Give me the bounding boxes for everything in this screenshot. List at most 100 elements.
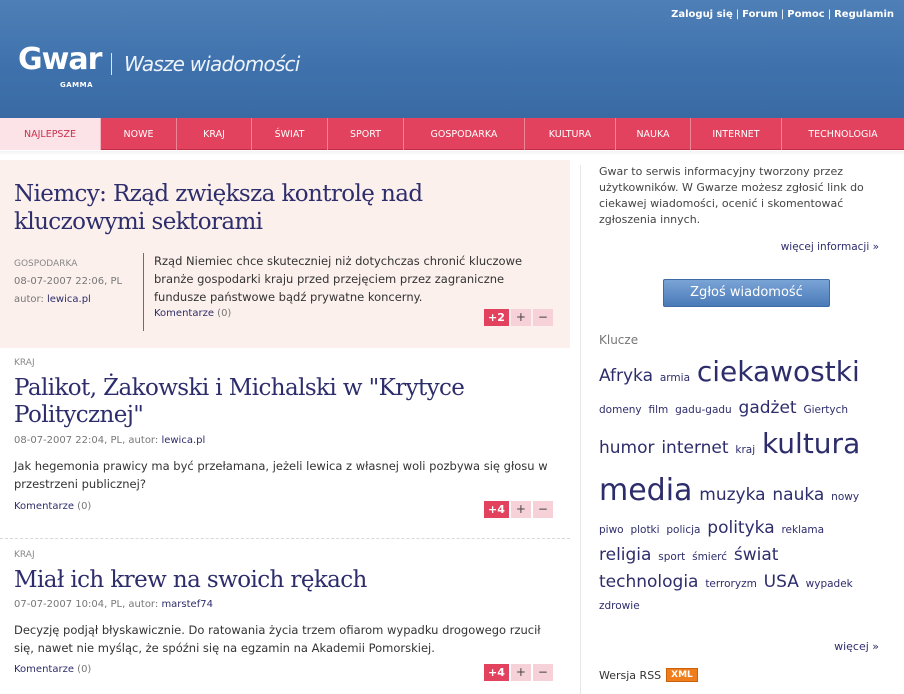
nav-item-internet[interactable]: INTERNET [691,118,782,150]
report-news-button[interactable]: Zgłoś wiadomość [663,279,830,307]
tag-link[interactable]: sport [658,551,685,563]
tag-link[interactable]: terroryzm [705,578,757,590]
tag-link[interactable]: domeny [599,404,642,416]
help-link[interactable]: Pomoc [787,9,824,20]
article-author-line: autor: lewica.pl [14,291,139,309]
vote-score: +2 [484,309,509,326]
comments-count: (0) [77,664,92,675]
xml-feed-badge[interactable]: XML [666,668,698,682]
tag-link[interactable]: policja [666,524,700,536]
vote-up-button[interactable]: + [510,664,531,681]
vote-widget: +2 + − [484,309,555,326]
article-item: KRAJ Miał ich krew na swoich rękach 07-0… [0,538,570,694]
comments-label[interactable]: Komentarze [14,501,74,512]
article-meta: 08-07-2007 22:04, PL, autor: lewica.pl [14,435,205,446]
article-lead: Decyzję podjął błyskawicznie. Do ratowan… [14,623,541,655]
tag-link[interactable]: USA [764,572,799,592]
separator: | [735,9,740,20]
tag-cloud: Afryka armia ciekawostki domeny film gad… [599,350,884,616]
nav-item-nauka[interactable]: NAUKA [616,118,691,150]
vote-widget: +4 + − [484,501,555,518]
login-link[interactable]: Zaloguj się [671,9,733,20]
article-lead: Rząd Niemiec chce skuteczniej niż dotych… [154,254,523,304]
vote-down-button[interactable]: − [532,309,553,326]
article-category[interactable]: KRAJ [14,358,35,368]
article-title[interactable]: Palikot, Żakowski i Michalski w "Krytyce… [14,375,554,429]
terms-link[interactable]: Regulamin [834,9,894,20]
comments-link[interactable]: Komentarze (0) [14,501,91,512]
tag-link[interactable]: nowy [831,491,859,503]
nav-item-swiat[interactable]: ŚWIAT [252,118,328,150]
tag-link[interactable]: gadu-gadu [675,404,732,416]
article-date: 08-07-2007 22:04, PL, autor: [14,435,159,446]
tag-link[interactable]: nauka [772,485,824,505]
vote-down-button[interactable]: − [532,664,553,681]
vote-up-button[interactable]: + [510,309,531,326]
logo-subtitle: GAMMA [60,81,94,89]
article-date: 08-07-2007 22:06, PL [14,276,123,287]
tag-link[interactable]: religia [599,545,651,565]
tag-link[interactable]: śmierć [692,551,727,563]
vote-score: +4 [484,664,509,681]
tag-link[interactable]: media [599,473,692,508]
tag-link[interactable]: gadżet [739,398,797,418]
vote-up-button[interactable]: + [510,501,531,518]
accent-line [143,253,144,331]
comments-link[interactable]: Komentarze (0) [14,664,91,675]
comments-count: (0) [77,501,92,512]
tag-link[interactable]: film [648,404,668,416]
article-item: KRAJ Palikot, Żakowski i Michalski w "Kr… [0,348,570,538]
tag-link[interactable]: reklama [781,524,824,536]
nav-item-kraj[interactable]: KRAJ [177,118,252,150]
tag-link[interactable]: Giertych [803,404,848,416]
nav-item-kultura[interactable]: KULTURA [525,118,616,150]
author-link[interactable]: lewica.pl [47,294,91,305]
tag-link[interactable]: Afryka [599,366,653,386]
comments-label[interactable]: Komentarze [14,664,74,675]
tag-link[interactable]: plotki [630,524,659,536]
nav-item-sport[interactable]: SPORT [328,118,404,150]
site-info: Gwar to serwis informacyjny tworzony prz… [599,165,864,226]
nav-item-gospodarka[interactable]: GOSPODARKA [404,118,525,150]
forum-link[interactable]: Forum [742,9,778,20]
logo-divider [111,53,112,75]
author-link[interactable]: marstef74 [161,599,213,610]
comments-label[interactable]: Komentarze [154,308,214,319]
column-separator [580,165,581,694]
article-category[interactable]: GOSPODARKA [14,255,139,273]
article-meta: GOSPODARKA 08-07-2007 22:06, PL autor: l… [14,255,139,309]
tag-link[interactable]: internet [661,438,728,458]
site-logo[interactable]: Gwar [18,45,102,75]
article-meta: 07-07-2007 10:04, PL, autor: marstef74 [14,599,213,610]
tag-link[interactable]: technologia [599,572,698,592]
more-tags-link[interactable]: więcej » [834,640,879,653]
article-title[interactable]: Niemcy: Rząd zwiększa kontrolę nad klucz… [14,180,554,236]
tag-link[interactable]: humor [599,438,655,458]
tag-link[interactable]: polityka [707,518,774,538]
tag-link[interactable]: muzyka [699,485,765,505]
nav-item-najlepsze[interactable]: NAJLEPSZE [0,118,101,150]
article-category[interactable]: KRAJ [14,550,35,560]
tag-link[interactable]: kultura [762,427,860,460]
tags-heading: Klucze [599,333,639,347]
tag-link[interactable]: armia [660,372,690,384]
author-link[interactable]: lewica.pl [161,435,205,446]
more-info-link[interactable]: więcej informacji » [781,241,879,253]
tag-link[interactable]: kraj [735,444,755,456]
top-links: Zaloguj się | Forum | Pomoc | Regulamin [671,9,894,20]
comments-link[interactable]: Komentarze (0) [154,308,231,319]
tag-link[interactable]: wypadek [806,578,853,590]
article-title[interactable]: Miał ich krew na swoich rękach [14,567,554,594]
vote-widget: +4 + − [484,664,555,681]
nav-item-technologia[interactable]: TECHNOLOGIA [782,118,904,150]
article-lead: Jak hegemonia prawicy ma być przełamana,… [14,459,548,491]
tag-link[interactable]: ciekawostki [697,355,860,388]
tag-link[interactable]: zdrowie [599,600,640,612]
tag-link[interactable]: piwo [599,524,624,536]
tag-link[interactable]: świat [734,545,779,565]
site-slogan: Wasze wiadomości [124,52,300,76]
nav-item-nowe[interactable]: NOWE [101,118,177,150]
vote-down-button[interactable]: − [532,501,553,518]
vote-score: +4 [484,501,509,518]
separator: | [827,9,832,20]
